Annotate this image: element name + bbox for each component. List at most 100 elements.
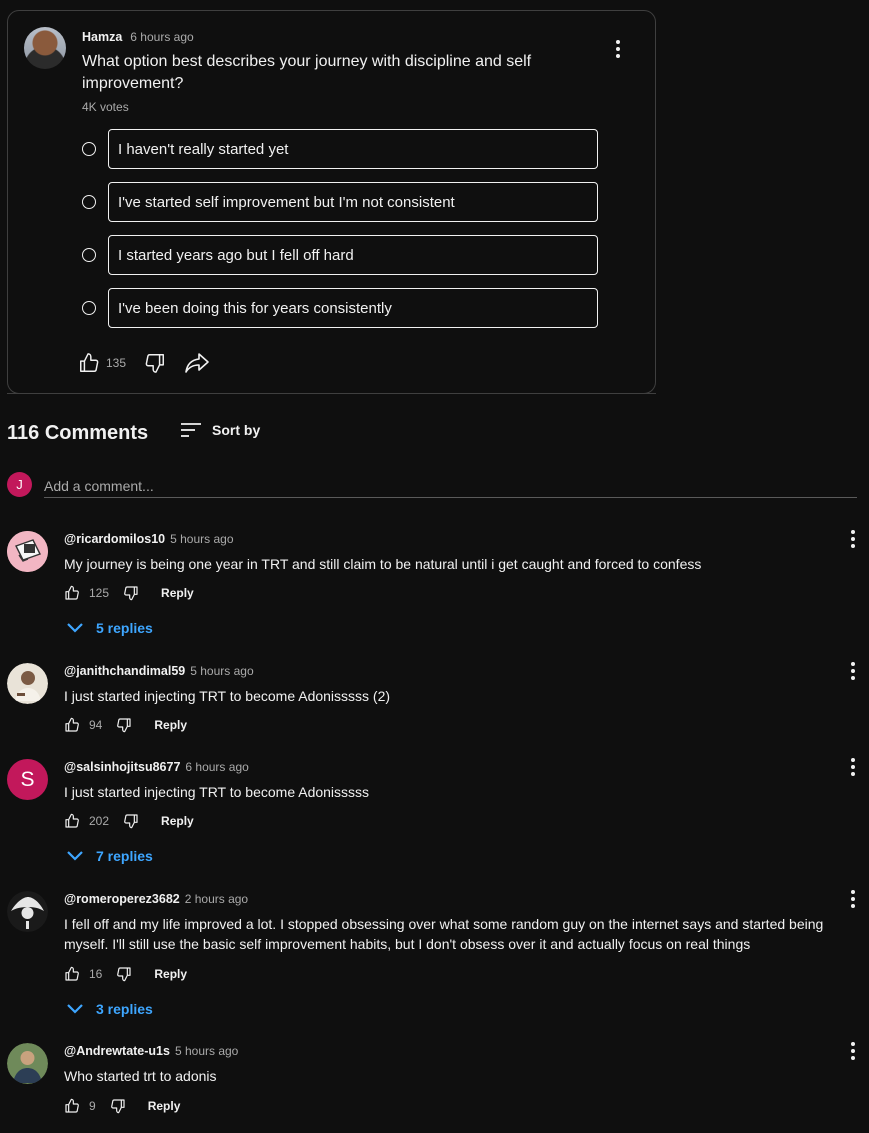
comment-like-count: 125 (89, 586, 110, 600)
comment-action-bar: 16 Reply (64, 966, 187, 982)
comment-like-count: 202 (89, 814, 110, 828)
sort-by-label: Sort by (212, 422, 261, 438)
thumbs-down-icon (124, 586, 138, 601)
poll-option-3[interactable]: I started years ago but I fell off hard (82, 235, 600, 275)
comment-more-button[interactable] (843, 1039, 863, 1063)
thumbs-up-icon (65, 813, 79, 828)
sort-by-button[interactable]: Sort by (180, 421, 260, 439)
comment-dislike-button[interactable] (116, 717, 132, 733)
comment-reply-button[interactable]: Reply (148, 1099, 181, 1113)
comment-like-button[interactable] (64, 717, 80, 733)
replies-count: 7 replies (96, 848, 153, 864)
comment-reply-button[interactable]: Reply (154, 718, 187, 732)
thumbs-up-icon (80, 353, 99, 372)
comment-more-button[interactable] (843, 887, 863, 911)
comment-avatar[interactable] (7, 531, 48, 572)
avatar-image (7, 663, 48, 704)
comment-avatar[interactable] (7, 663, 48, 704)
comment-action-bar: 125 Reply (64, 585, 194, 601)
post-divider (7, 393, 656, 394)
thumbs-up-icon (65, 1098, 79, 1113)
thumbs-up-icon (65, 585, 79, 600)
chevron-down-icon (67, 623, 83, 633)
poll-post-card: Hamza 6 hours ago What option best descr… (7, 10, 656, 394)
comment-dislike-button[interactable] (123, 813, 139, 829)
comment-action-bar: 94 Reply (64, 717, 187, 733)
avatar-image (7, 1043, 48, 1084)
poll-option-label[interactable]: I haven't really started yet (108, 129, 598, 169)
comment-timestamp[interactable]: 2 hours ago (185, 892, 248, 906)
thumbs-down-icon (117, 718, 131, 733)
comment-like-button[interactable] (64, 585, 80, 601)
view-replies-button[interactable]: 7 replies (66, 848, 153, 864)
poll-option-label[interactable]: I started years ago but I fell off hard (108, 235, 598, 275)
poll-option-label[interactable]: I've started self improvement but I'm no… (108, 182, 598, 222)
comment-author[interactable]: @salsinhojitsu8677 (64, 760, 180, 774)
share-icon (185, 353, 209, 373)
poll-radio[interactable] (82, 142, 96, 156)
view-replies-button[interactable]: 3 replies (66, 1001, 153, 1017)
chevron-down-icon (67, 1004, 83, 1014)
post-more-button[interactable] (608, 37, 628, 61)
comment-like-button[interactable] (64, 813, 80, 829)
comment-header: @salsinhojitsu8677 6 hours ago (64, 760, 249, 774)
thumbs-down-icon (124, 814, 138, 829)
comment-author[interactable]: @Andrewtate-u1s (64, 1044, 170, 1058)
post-author-name[interactable]: Hamza (82, 30, 122, 44)
comment-dislike-button[interactable] (123, 585, 139, 601)
kebab-menu-icon (851, 1042, 855, 1060)
comment-timestamp[interactable]: 6 hours ago (185, 760, 248, 774)
comment-like-count: 16 (89, 967, 103, 981)
comment-timestamp[interactable]: 5 hours ago (175, 1044, 238, 1058)
poll-radio[interactable] (82, 195, 96, 209)
kebab-menu-icon (851, 530, 855, 548)
comment-avatar[interactable]: S (7, 759, 48, 800)
comment-reply-button[interactable]: Reply (161, 814, 194, 828)
post-header: Hamza 6 hours ago (82, 30, 194, 44)
post-dislike-button[interactable] (144, 352, 166, 374)
post-timestamp[interactable]: 6 hours ago (130, 30, 193, 44)
comment-author[interactable]: @romeroperez3682 (64, 892, 180, 906)
comment-more-button[interactable] (843, 755, 863, 779)
comment-action-bar: 9 Reply (64, 1098, 180, 1114)
post-like-button[interactable] (78, 352, 100, 374)
comment-text: I just started injecting TRT to become A… (64, 784, 370, 800)
comment-avatar[interactable] (7, 891, 48, 932)
comments-count: 116 Comments (7, 422, 149, 444)
comment-author[interactable]: @ricardomilos10 (64, 532, 165, 546)
comment-timestamp[interactable]: 5 hours ago (170, 532, 233, 546)
comment-reply-button[interactable]: Reply (161, 586, 194, 600)
comment-like-button[interactable] (64, 1098, 80, 1114)
comment-reply-button[interactable]: Reply (154, 967, 187, 981)
comment-text: Who started trt to adonis (64, 1068, 217, 1084)
kebab-menu-icon (851, 758, 855, 776)
comment-more-button[interactable] (843, 527, 863, 551)
poll-option-1[interactable]: I haven't really started yet (82, 129, 600, 169)
poll-radio[interactable] (82, 301, 96, 315)
comment-text: I just started injecting TRT to become A… (64, 688, 391, 704)
post-author-avatar[interactable] (24, 27, 66, 69)
comment-action-bar: 202 Reply (64, 813, 194, 829)
comment-header: @romeroperez3682 2 hours ago (64, 892, 248, 906)
comment-dislike-button[interactable] (116, 966, 132, 982)
comment-more-button[interactable] (843, 659, 863, 683)
poll-option-label[interactable]: I've been doing this for years consisten… (108, 288, 598, 328)
comment-avatar[interactable] (7, 1043, 48, 1084)
poll-question: What option best describes your journey … (82, 53, 532, 92)
replies-count: 3 replies (96, 1001, 153, 1017)
comment-timestamp[interactable]: 5 hours ago (190, 664, 253, 678)
post-share-button[interactable] (184, 352, 210, 374)
kebab-menu-icon (851, 662, 855, 680)
avatar-image (7, 891, 48, 932)
thumbs-down-icon (117, 967, 131, 982)
comment-author[interactable]: @janithchandimal59 (64, 664, 185, 678)
thumbs-up-icon (65, 717, 79, 732)
poll-option-4[interactable]: I've been doing this for years consisten… (82, 288, 600, 328)
view-replies-button[interactable]: 5 replies (66, 620, 153, 636)
add-comment-input[interactable] (44, 474, 857, 498)
comment-like-button[interactable] (64, 966, 80, 982)
comment-dislike-button[interactable] (110, 1098, 126, 1114)
poll-option-2[interactable]: I've started self improvement but I'm no… (82, 182, 600, 222)
poll-radio[interactable] (82, 248, 96, 262)
thumbs-down-icon (110, 1099, 125, 1114)
